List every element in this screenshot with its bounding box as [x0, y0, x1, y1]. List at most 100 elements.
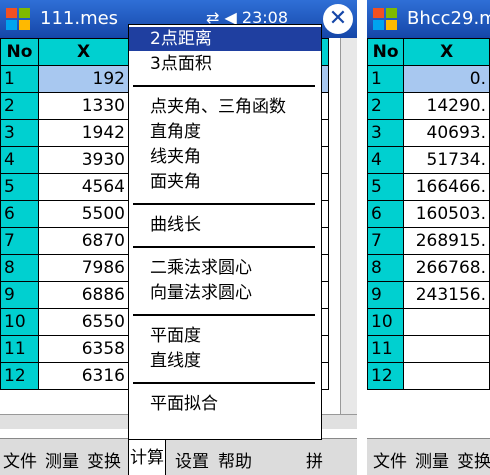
- data-table: No X 1 0. 2 14290. 3 40693. 4 51734. 5 166466. 6 16…: [367, 38, 490, 390]
- x-value-cell[interactable]: [403, 362, 490, 390]
- menu-item-5[interactable]: 帮助: [218, 447, 252, 472]
- table-row[interactable]: 7 268915.: [367, 227, 490, 255]
- row-number-cell[interactable]: 8: [0, 254, 39, 282]
- dropdown-item[interactable]: 二乘法求圆心: [129, 256, 321, 280]
- x-value-cell[interactable]: 6886: [38, 281, 129, 309]
- table-row[interactable]: 9 243156.: [367, 281, 490, 309]
- row-number-cell[interactable]: 9: [367, 281, 405, 309]
- menu-bar: 文件 测量 变换 计算 设置 帮助 拼: [0, 438, 357, 475]
- x-value-cell[interactable]: 6870: [38, 227, 129, 255]
- row-number-cell[interactable]: 10: [367, 308, 405, 336]
- windows-start-icon[interactable]: [4, 5, 32, 33]
- header-x[interactable]: X: [38, 38, 129, 66]
- x-value-cell[interactable]: 166466.: [403, 173, 490, 201]
- row-number-cell[interactable]: 3: [367, 119, 405, 147]
- menu-item-2[interactable]: 变换: [457, 447, 490, 472]
- x-value-cell[interactable]: 0.: [403, 65, 490, 93]
- row-number-cell[interactable]: 12: [367, 362, 405, 390]
- x-value-cell[interactable]: 160503.: [403, 200, 490, 228]
- menu-item-0[interactable]: 文件: [373, 447, 407, 472]
- dropdown-item[interactable]: 3点面积: [129, 52, 321, 76]
- x-value-cell[interactable]: 1330: [38, 92, 129, 120]
- windows-start-icon[interactable]: [371, 5, 399, 33]
- row-number-cell[interactable]: 1: [0, 65, 39, 93]
- row-number-cell[interactable]: 9: [0, 281, 39, 309]
- menu-item-4[interactable]: 设置: [175, 447, 209, 472]
- row-number-cell[interactable]: 11: [367, 335, 405, 363]
- close-button[interactable]: ✕: [323, 4, 353, 34]
- menu-separator: [133, 203, 315, 205]
- row-number-cell[interactable]: 1: [367, 65, 405, 93]
- table-row[interactable]: 12: [367, 362, 490, 390]
- table-row[interactable]: 5 166466.: [367, 173, 490, 201]
- x-value-cell[interactable]: 14290.: [403, 92, 490, 120]
- menu-item-1[interactable]: 测量: [45, 447, 79, 472]
- dropdown-item[interactable]: 面夹角: [129, 170, 321, 194]
- row-number-cell[interactable]: 7: [0, 227, 39, 255]
- table-row[interactable]: 3 40693.: [367, 119, 490, 147]
- row-number-cell[interactable]: 8: [367, 254, 405, 282]
- row-number-cell[interactable]: 2: [0, 92, 39, 120]
- dropdown-item[interactable]: 向量法求圆心: [129, 281, 321, 305]
- menu-separator: [133, 246, 315, 248]
- row-number-cell[interactable]: 10: [0, 308, 39, 336]
- header-no[interactable]: No: [367, 38, 405, 66]
- menu-item-2[interactable]: 变换: [87, 447, 121, 472]
- table-row[interactable]: 4 51734.: [367, 146, 490, 174]
- vertical-scrollbar[interactable]: [340, 38, 357, 428]
- x-value-cell[interactable]: 3930: [38, 146, 129, 174]
- dropdown-item[interactable]: 点夹角、三角函数: [129, 95, 321, 119]
- dropdown-item[interactable]: 平面拟合: [129, 392, 321, 416]
- menu-item-6[interactable]: 拼: [306, 447, 323, 472]
- x-value-cell[interactable]: [403, 308, 490, 336]
- x-value-cell[interactable]: 40693.: [403, 119, 490, 147]
- x-value-cell[interactable]: 6550: [38, 308, 129, 336]
- row-number-cell[interactable]: 5: [367, 173, 405, 201]
- table-row[interactable]: 2 14290.: [367, 92, 490, 120]
- table-row[interactable]: 10: [367, 308, 490, 336]
- window-title: 111.mes: [40, 8, 119, 29]
- row-number-cell[interactable]: 4: [367, 146, 405, 174]
- table-row[interactable]: 1 0.: [367, 65, 490, 93]
- x-value-cell[interactable]: 266768.: [403, 254, 490, 282]
- row-number-cell[interactable]: 12: [0, 362, 39, 390]
- menu-item-0[interactable]: 文件: [3, 447, 37, 472]
- x-value-cell[interactable]: 7986: [38, 254, 129, 282]
- row-number-cell[interactable]: 6: [0, 200, 39, 228]
- row-number-cell[interactable]: 6: [367, 200, 405, 228]
- table-row[interactable]: 6 160503.: [367, 200, 490, 228]
- x-value-cell[interactable]: 192: [38, 65, 129, 93]
- divider: [357, 0, 367, 475]
- x-value-cell[interactable]: 51734.: [403, 146, 490, 174]
- x-value-cell[interactable]: 1942: [38, 119, 129, 147]
- dropdown-item[interactable]: 直线度: [129, 349, 321, 373]
- x-value-cell[interactable]: 243156.: [403, 281, 490, 309]
- table-row[interactable]: 8 266768.: [367, 254, 490, 282]
- row-number-cell[interactable]: 2: [367, 92, 405, 120]
- x-value-cell[interactable]: 4564: [38, 173, 129, 201]
- x-value-cell[interactable]: 6358: [38, 335, 129, 363]
- dropdown-item[interactable]: 曲线长: [129, 213, 321, 237]
- row-number-cell[interactable]: 5: [0, 173, 39, 201]
- table-row[interactable]: 11: [367, 335, 490, 363]
- row-number-cell[interactable]: 11: [0, 335, 39, 363]
- row-number-cell[interactable]: 7: [367, 227, 405, 255]
- header-x[interactable]: X: [403, 38, 490, 66]
- header-no[interactable]: No: [0, 38, 39, 66]
- x-value-cell[interactable]: 6316: [38, 362, 129, 390]
- row-number-cell[interactable]: 3: [0, 119, 39, 147]
- dropdown-item[interactable]: 线夹角: [129, 145, 321, 169]
- x-value-cell[interactable]: 268915.: [403, 227, 490, 255]
- menu-item-1[interactable]: 测量: [415, 447, 449, 472]
- menu-separator: [133, 85, 315, 87]
- window-title: Bhcc29.me: [407, 8, 490, 29]
- menu-item-3[interactable]: 计算: [128, 439, 166, 475]
- dropdown-item[interactable]: 直角度: [129, 120, 321, 144]
- x-value-cell[interactable]: 5500: [38, 200, 129, 228]
- row-number-cell[interactable]: 4: [0, 146, 39, 174]
- menu-bar: 文件 测量 变换: [367, 438, 490, 475]
- dropdown-item[interactable]: 平面度: [129, 324, 321, 348]
- dropdown-item[interactable]: 2点距离: [129, 27, 321, 51]
- calculate-dropdown-menu: 2点距离 3点面积点夹角、三角函数 直角度 线夹角 面夹角曲线长二乘法求圆心 向量法求圆心…: [128, 24, 322, 440]
- x-value-cell[interactable]: [403, 335, 490, 363]
